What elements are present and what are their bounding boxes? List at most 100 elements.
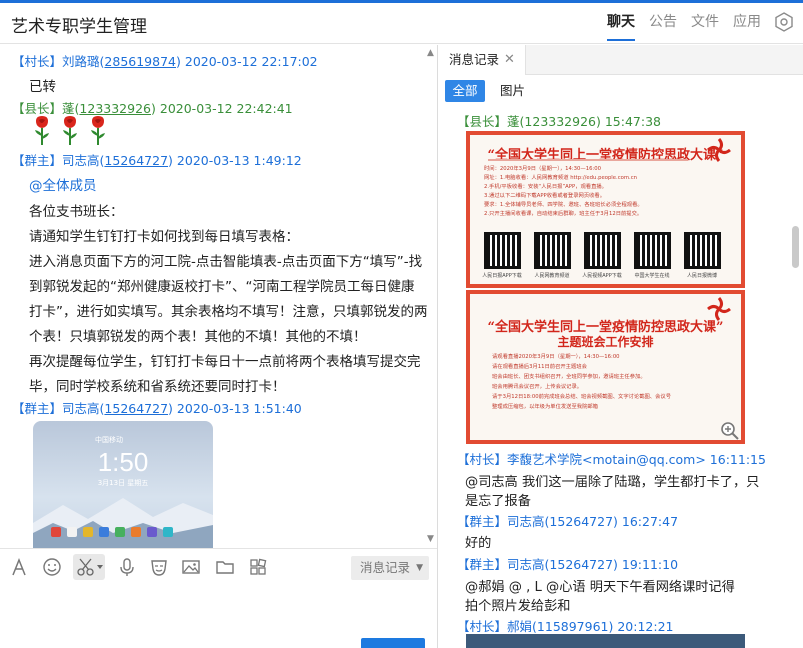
history-message-text: @郝娟 @ , L @心语 明天下午看网络课时记得 (465, 580, 735, 595)
apps-icon[interactable] (248, 557, 268, 577)
rose-emoji-icon (63, 116, 77, 145)
poster-line-text: 2.只开主播间收看课，自动结束后群聊，班主任于3月12日前提交。 (484, 211, 643, 217)
message-time: 2020-03-13 1:49:12 (176, 153, 302, 168)
sender-uid: (123332926) (519, 114, 601, 129)
history-message-text: 好的 (465, 536, 492, 551)
message-header: 【群主】司志高(15264727) 2020-03-13 1:49:12 (12, 153, 302, 168)
history-message-header: 【群主】司志高(15264727) 19:11:10 (457, 554, 678, 573)
poster-line-text: 整理成压缩包，以年级为单位发送至我院邮箱 (492, 404, 598, 410)
poster-line-text: 网址：1.电脑收看：人民网教育频道 http://edu.people.com.… (484, 175, 637, 181)
chevron-down-icon: ▼ (416, 563, 423, 573)
message-text: 再次提醒每位学生，钉钉打卡每日十一点前将两个表格填写提交完 (29, 354, 421, 370)
poster-line-text: 班会由班长、团支书组织召开，全班同学参加，邀请班主任参加。 (492, 374, 646, 380)
zoom-in-icon[interactable] (720, 421, 740, 441)
chevron-down-icon[interactable] (97, 564, 103, 570)
scroll-up-arrow-icon[interactable]: ▲ (427, 48, 434, 58)
message-time: 2020-03-13 1:51:40 (176, 401, 302, 416)
poster-line-text: 班会用腾讯会议召开，上传会议记录。 (492, 384, 583, 390)
poster-line-text: 请于3月12日18:00前完成班会总结、班会视频截图、文字讨论截图、会议号 (492, 394, 671, 400)
settings-hex-icon[interactable] (773, 11, 795, 33)
message-time: 19:11:10 (621, 557, 679, 572)
sender-uid-link[interactable]: 285619874 (104, 54, 176, 69)
message-header: 【县长】蓬(123332926) 2020-03-12 22:42:41 (12, 101, 293, 116)
poster-line-text: 要求：1.全体辅导员老师、四学院、邀班、各班班长必须全程观看。 (484, 202, 643, 208)
filter-all-button[interactable]: 全部 (445, 80, 485, 102)
sender-name[interactable]: 司志高 (62, 401, 100, 416)
phone-carrier: 中国移动 (95, 436, 123, 444)
qr-caption: 中国大学生在线 (634, 273, 670, 279)
qr-code-icon (534, 232, 571, 269)
history-tabbar: 消息记录 ✕ (438, 45, 803, 75)
group-title: 艺术专职学生管理 (11, 17, 147, 37)
tab-files[interactable]: 文件 (691, 9, 719, 35)
emoji-icon[interactable] (42, 557, 62, 577)
rose-emoji-icon (91, 116, 105, 145)
tab-message-history[interactable]: 消息记录 ✕ (438, 45, 526, 75)
sender-name[interactable]: 蓬 (507, 114, 520, 129)
message-header: 【群主】司志高(15264727) 2020-03-13 1:51:40 (12, 401, 302, 416)
qr-caption: 人民视频APP下载 (582, 273, 622, 279)
message-history-button[interactable]: 消息记录 ▼ (351, 556, 429, 580)
sender-name[interactable]: 司志高 (62, 153, 100, 168)
member-role-tag: 【村长】 (457, 619, 508, 634)
voice-icon[interactable] (117, 557, 137, 577)
header-nav: 聊天 公告 文件 应用 (593, 9, 795, 41)
message-time: 2020-03-12 22:42:41 (159, 101, 293, 116)
message-time: 16:11:15 (709, 452, 766, 467)
message-time: 16:27:47 (621, 514, 679, 529)
font-icon[interactable] (9, 557, 29, 577)
image-icon[interactable] (181, 557, 201, 577)
sender-name[interactable]: 司志高 (507, 557, 545, 572)
scissors-icon[interactable] (76, 557, 96, 577)
member-role-tag: 【群主】 (457, 514, 508, 529)
phone-screenshot-image[interactable] (466, 634, 745, 648)
sender-uid-link[interactable]: 15264727 (104, 153, 168, 168)
member-role-tag: 【群主】 (12, 153, 63, 168)
folder-icon[interactable] (215, 557, 235, 577)
poster-line-text: 3.通过以下二维码下载APP收看或者登录网页收看。 (484, 193, 606, 199)
tab-announcements[interactable]: 公告 (649, 9, 677, 35)
sender-name[interactable]: 郝娟 (507, 619, 532, 634)
message-text: 各位支书班长： (29, 204, 124, 220)
poster-line-text: 请在观看直播后3月11日前召开主题班会 (492, 364, 587, 370)
filter-images-button[interactable]: 图片 (500, 80, 525, 102)
input-toolbar: 消息记录 ▼ (0, 548, 437, 585)
sender-uid: (15264727) (544, 514, 618, 529)
scroll-down-arrow-icon[interactable]: ▼ (427, 534, 434, 544)
rose-emoji-icon (35, 116, 49, 145)
poster-line-text: 请观看直播2020年3月9日（星期一），14:30—16:00 (492, 354, 620, 360)
phone-clock: 1:50 (97, 447, 149, 477)
message-text: 已转 (29, 79, 56, 95)
qr-code-icon (484, 232, 521, 269)
history-message-header: 【村长】郝娟(115897961) 20:12:21 (457, 616, 674, 635)
send-button[interactable] (361, 638, 425, 648)
lecture-notice-poster-image[interactable]: “全国大学生同上一堂疫情防控思政大课” 时间：2020年3月9日（星期一），14… (466, 131, 745, 288)
class-meeting-poster-image[interactable]: “全国大学生同上一堂疫情防控思政大课” 主题班会工作安排 请观看直播2020年3… (466, 290, 745, 444)
phone-screenshot-image[interactable]: 中国移动 1:50 3月13日 星期五 (33, 421, 213, 548)
sender-uid-link[interactable]: 15264727 (104, 401, 168, 416)
poster-line-text: 时间：2020年3月9日（星期一），14:30—16:00 (484, 166, 601, 172)
tab-apps[interactable]: 应用 (733, 9, 761, 35)
message-header: 【村长】刘路璐(285619874) 2020-03-12 22:17:02 (12, 54, 318, 69)
poster-subtitle: 主题班会工作安排 (557, 335, 654, 349)
message-text: 毕，同时学校系统和省系统还要同时打卡！ (29, 379, 286, 395)
sender-name[interactable]: 李馥艺术学院 (507, 452, 582, 467)
sender-name[interactable]: 司志高 (507, 514, 545, 529)
member-role-tag: 【县长】 (457, 114, 508, 129)
qr-caption: 人民网教育频道 (534, 273, 570, 279)
member-role-tag: 【群主】 (12, 401, 63, 416)
poster-body: 请观看直播2020年3月9日（星期一），14:30—16:00 请在观看直播后3… (492, 352, 722, 412)
mention-all[interactable]: @全体成员 (29, 174, 97, 194)
message-text: 到郭锐发起的“郑州健康返校打卡”、“河南工程学院员工每日健康 (29, 279, 415, 295)
member-role-tag: 【群主】 (457, 557, 508, 572)
tab-chat[interactable]: 聊天 (607, 9, 635, 41)
message-text: 打卡”，进行如实填写。其余表格均不填写！注意，只填郭锐发的两 (29, 304, 428, 320)
face-icon[interactable] (149, 557, 169, 577)
chat-header: 艺术专职学生管理 聊天 公告 文件 应用 (0, 3, 803, 44)
history-message-text: 是忘了报备 (465, 494, 531, 509)
history-scrollbar-thumb[interactable] (792, 226, 799, 268)
close-icon[interactable]: ✕ (504, 45, 515, 75)
sender-name[interactable]: 刘路璐 (62, 54, 100, 69)
message-time: 20:12:21 (617, 619, 674, 634)
snow-mountain-wallpaper (33, 498, 213, 548)
